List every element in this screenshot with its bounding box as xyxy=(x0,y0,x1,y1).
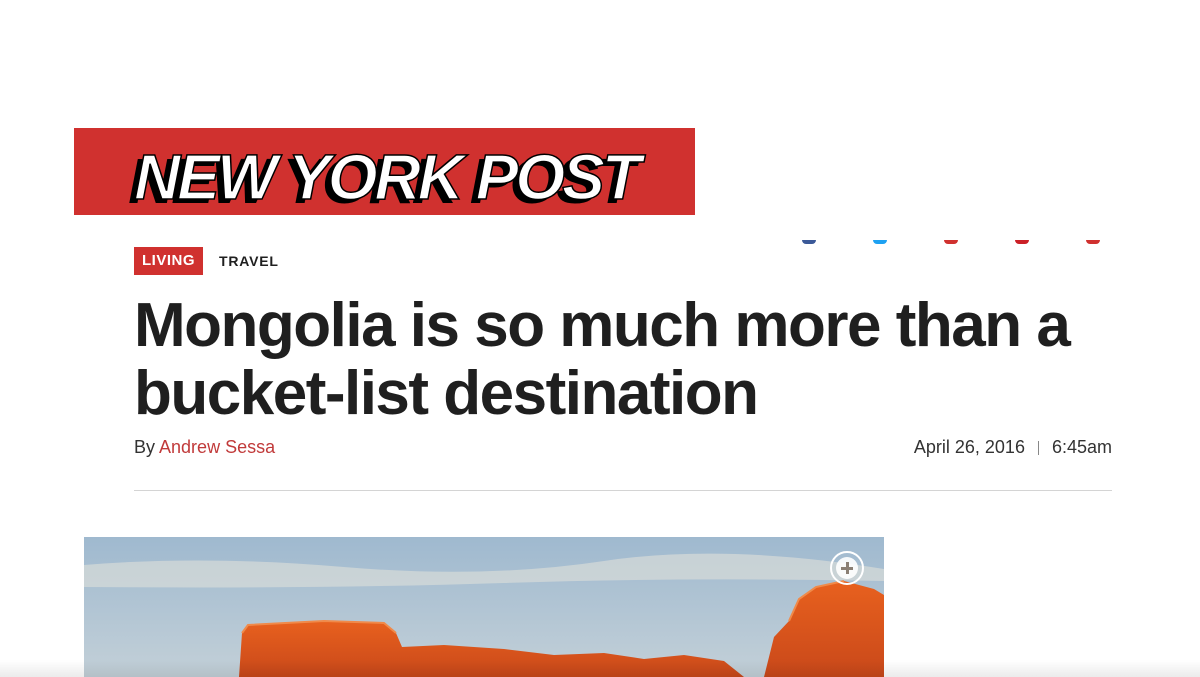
publish-time: 6:45am xyxy=(1051,437,1112,457)
site-logo[interactable]: NEW YORK POST NEW YORK POST xyxy=(74,128,695,215)
hero-image-scene xyxy=(84,537,884,677)
plus-circle-icon[interactable] xyxy=(830,551,864,585)
twitter-icon[interactable] xyxy=(873,240,887,244)
email-icon[interactable] xyxy=(944,240,958,244)
more-share-icon[interactable] xyxy=(1086,240,1100,244)
section-tags: LIVING TRAVEL xyxy=(134,246,279,276)
page-fold-shadow xyxy=(0,660,1200,677)
logo-text: NEW YORK POST xyxy=(134,141,646,213)
section-tag-living[interactable]: LIVING xyxy=(134,247,204,275)
byline-prefix: By xyxy=(134,437,156,457)
plus-icon xyxy=(836,557,858,579)
publish-dateline: April 26, 2016 6:45am xyxy=(914,437,1112,458)
logo-wordmark: NEW YORK POST NEW YORK POST xyxy=(128,140,650,215)
date-separator xyxy=(1037,440,1039,455)
pinterest-icon[interactable] xyxy=(1015,240,1029,244)
author-link[interactable]: Andrew Sessa xyxy=(159,437,275,457)
hero-image[interactable] xyxy=(84,537,884,677)
byline: By Andrew Sessa xyxy=(134,437,275,458)
publish-date: April 26, 2016 xyxy=(913,437,1025,457)
article-headline: Mongolia is so much more than a bucket-l… xyxy=(134,291,1071,428)
facebook-icon[interactable] xyxy=(802,240,816,244)
byline-divider xyxy=(134,490,1112,491)
section-tag-travel[interactable]: TRAVEL xyxy=(219,253,279,269)
